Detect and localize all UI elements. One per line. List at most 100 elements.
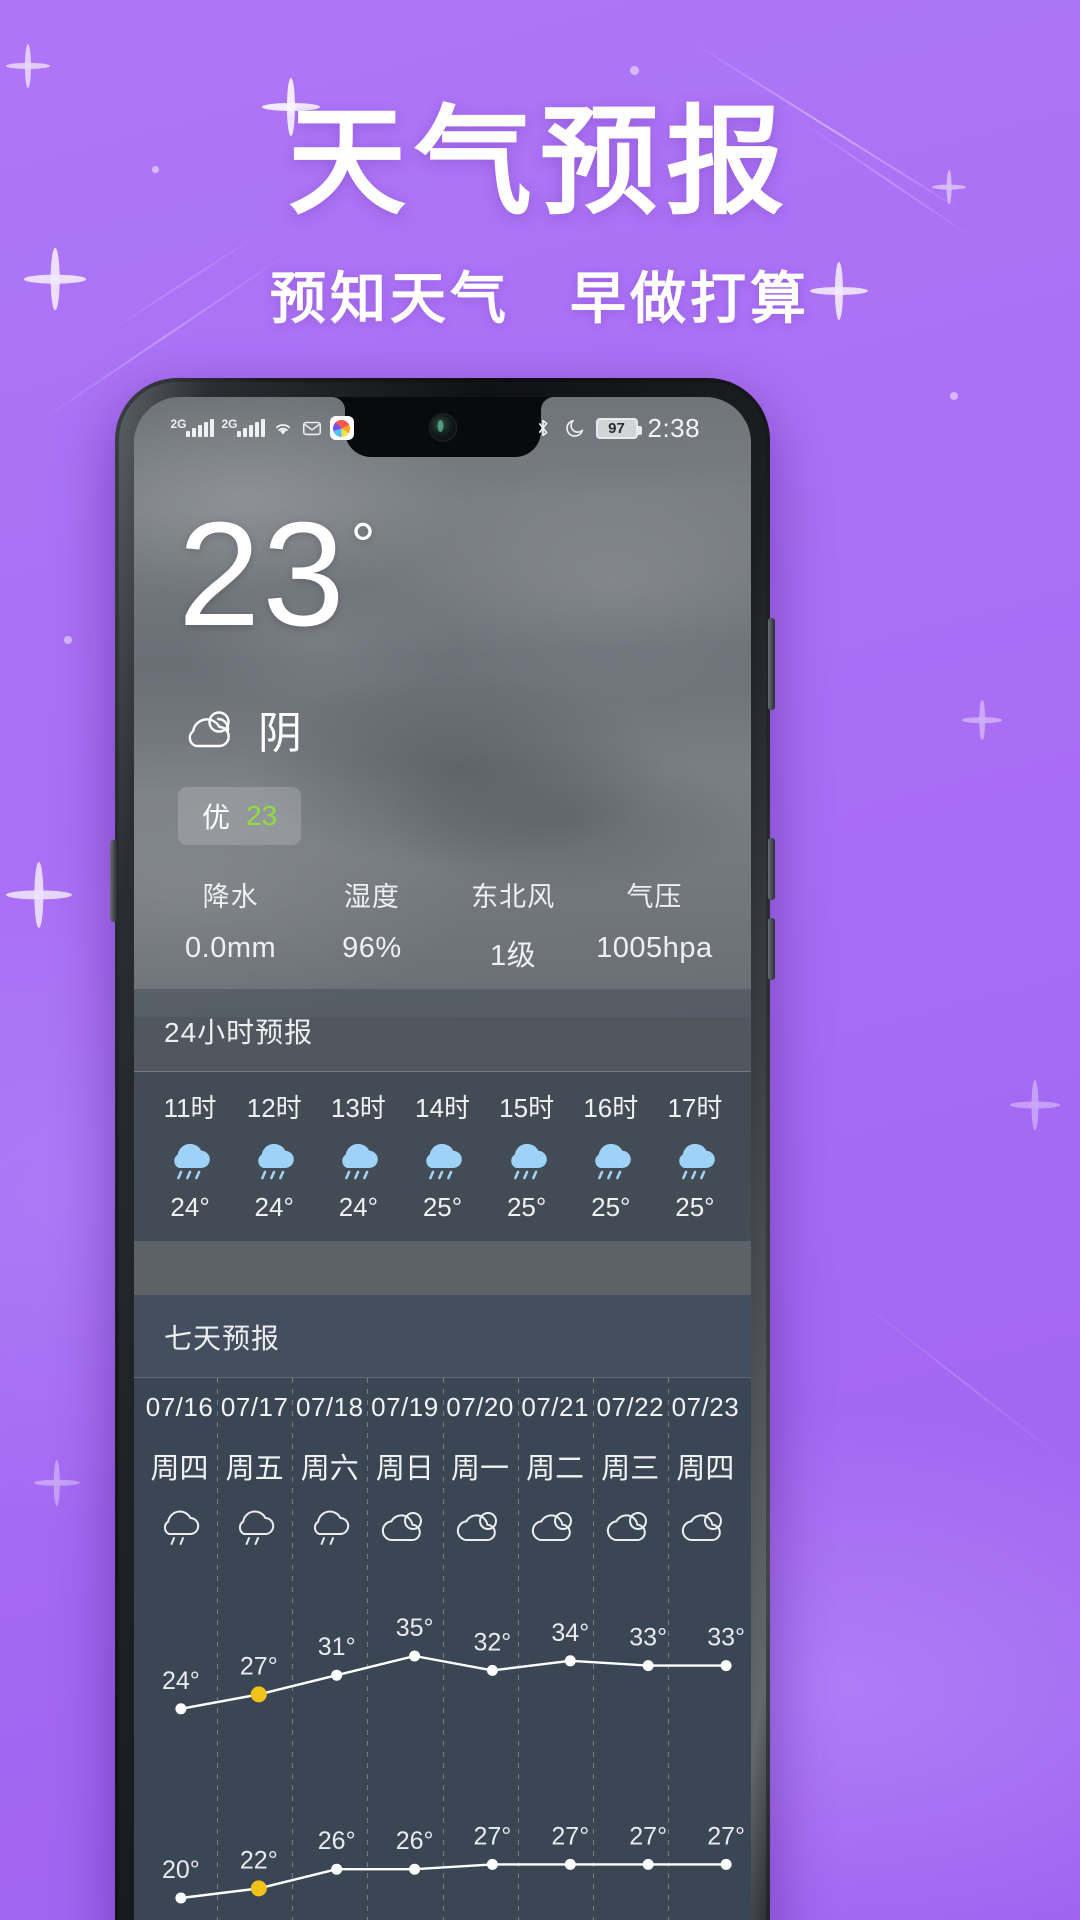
detail-humidity: 湿度 96% (301, 875, 442, 974)
current-condition-label: 阴 (258, 709, 304, 758)
clock-label: 2:38 (647, 412, 701, 443)
degree-symbol: ° (350, 511, 378, 580)
air-quality-badge[interactable]: 优 23 (178, 787, 302, 845)
rain-cloud-icon (258, 1143, 295, 1180)
weekly-weekday-label: 周二 (526, 1453, 585, 1485)
weekly-forecast-column[interactable]: 07/22 周三 (592, 1378, 668, 1920)
do-not-disturb-icon (565, 419, 583, 437)
rain-cloud-icon (416, 1138, 468, 1182)
page-title: 天气预报 (287, 97, 792, 229)
weekly-forecast-column[interactable]: 07/19 周日 (367, 1378, 442, 1920)
network-type-label: 2G (221, 417, 238, 431)
partly-cloudy-icon (380, 1507, 430, 1549)
decor-sparkle (6, 862, 72, 928)
weekly-weekday-label: 周日 (375, 1453, 434, 1485)
hourly-temp-label: 25° (675, 1192, 715, 1222)
hourly-time-label: 12时 (246, 1093, 302, 1123)
detail-label: 东北风 (471, 882, 556, 912)
hourly-forecast-item[interactable]: 15时 25° (485, 1088, 569, 1223)
weekly-forecast-column[interactable]: 07/23 周四 (667, 1378, 743, 1920)
weekly-weekday-label: 周五 (225, 1453, 284, 1485)
weekly-forecast-column[interactable]: 07/18 周六 (292, 1378, 367, 1920)
rain-cloud-icon (585, 1138, 637, 1182)
weekly-date-label: 07/17 (220, 1392, 289, 1422)
weekly-date-label: 07/23 (671, 1392, 740, 1422)
rain-icon (238, 1510, 274, 1545)
phone-screen: 2G 2G 97 2:38 23° 阴 优 23 降水 0.0mm 湿度 96%… (134, 397, 751, 1920)
weekly-forecast-grid[interactable]: 07/16 周四 07/17 周五 07/18 周六 07/19 周日 07/2… (134, 1378, 751, 1920)
weather-details-row: 降水 0.0mm 湿度 96% 东北风 1级 气压 1005hpa (134, 875, 751, 974)
hourly-forecast-item[interactable]: 14时 25° (400, 1088, 484, 1223)
status-bar: 2G 2G 97 2:38 (134, 397, 751, 459)
decor-dot (64, 636, 72, 644)
weekly-forecast-column[interactable]: 07/17 周五 (217, 1378, 292, 1920)
rain-icon (230, 1507, 280, 1549)
signal-icon: 2G (171, 417, 214, 437)
current-temperature-value: 23 (178, 492, 347, 657)
rain-cloud-icon (164, 1138, 216, 1182)
hourly-temp-label: 24° (338, 1192, 379, 1222)
phone-mockup: 2G 2G 97 2:38 23° 阴 优 23 降水 0.0mm 湿度 96%… (110, 378, 775, 1920)
partly-cloudy-icon (682, 1512, 723, 1542)
message-icon (302, 421, 321, 436)
battery-percent-label: 97 (608, 419, 625, 437)
hourly-temp-label: 24° (254, 1192, 294, 1222)
app-icon (329, 416, 354, 440)
detail-value: 1005hpa (596, 932, 713, 964)
weekly-date-label: 07/18 (296, 1392, 364, 1422)
weekly-date-label: 07/20 (446, 1392, 514, 1422)
partly-cloudy-icon (530, 1507, 580, 1549)
hourly-forecast-item[interactable]: 12时 24° (232, 1088, 316, 1223)
partly-cloudy-icon (381, 1512, 422, 1542)
rain-icon (155, 1507, 205, 1549)
detail-value: 96% (342, 932, 402, 964)
cloudy-icon (188, 711, 230, 748)
power-button[interactable] (768, 838, 775, 900)
decor-sparkle (34, 1460, 80, 1506)
detail-value: 1级 (490, 940, 537, 972)
partly-cloudy-icon (456, 1512, 498, 1542)
partly-cloudy-icon (605, 1507, 655, 1549)
rain-cloud-icon (248, 1138, 300, 1182)
rain-icon (305, 1507, 355, 1549)
hourly-forecast-title: 24小时预报 (164, 1017, 314, 1048)
decor-streak (859, 1300, 1066, 1462)
rain-cloud-icon (332, 1138, 384, 1182)
weekly-date-label: 07/19 (371, 1392, 439, 1422)
current-weather-block: 23° 阴 优 23 (134, 459, 751, 845)
hourly-forecast-item[interactable]: 13时 24° (316, 1088, 400, 1223)
hourly-forecast-item[interactable]: 11时 24° (148, 1088, 232, 1223)
rain-icon (313, 1510, 349, 1545)
hourly-time-label: 15时 (499, 1093, 555, 1123)
volume-button[interactable] (768, 618, 775, 710)
hourly-forecast-list[interactable]: 11时 24° 12时 24° 13时 24° 14时 25° 15时 25° 16时 2… (134, 1072, 751, 1241)
partly-cloudy-icon (455, 1507, 505, 1549)
rain-cloud-icon (426, 1143, 463, 1180)
weekly-forecast-column[interactable]: 07/16 周四 (142, 1392, 217, 1920)
bluetooth-icon (538, 419, 547, 437)
weekly-forecast-column[interactable]: 07/20 周一 (442, 1378, 518, 1920)
hourly-temp-label: 25° (591, 1192, 631, 1222)
partly-cloudy-icon (532, 1512, 573, 1542)
hourly-time-label: 16时 (583, 1093, 639, 1123)
weekly-forecast-header: 七天预报 (134, 1295, 751, 1377)
page-subtitle: 预知天气 早做打算 (270, 266, 810, 330)
sim-tray[interactable] (110, 840, 117, 922)
hourly-forecast-item[interactable]: 17时 25° (653, 1088, 737, 1223)
hourly-forecast-item[interactable]: 16时 25° (569, 1088, 653, 1223)
detail-wind: 东北风 1级 (443, 875, 584, 974)
weekly-weekday-label: 周一 (451, 1453, 510, 1485)
power-button[interactable] (768, 918, 775, 980)
rain-cloud-icon (174, 1143, 210, 1180)
rain-cloud-icon (342, 1143, 379, 1180)
rain-cloud-icon (679, 1143, 715, 1180)
rain-cloud-icon (595, 1143, 631, 1180)
weekly-forecast-column[interactable]: 07/21 周二 (517, 1378, 593, 1920)
weekly-weekday-label: 周四 (150, 1453, 209, 1485)
aqi-level-label: 优 (202, 802, 231, 833)
aqi-value-label: 23 (246, 800, 278, 831)
weekly-weekday-label: 周四 (676, 1453, 735, 1485)
detail-pressure: 气压 1005hpa (584, 875, 725, 974)
detail-label: 气压 (626, 882, 683, 912)
decor-sparkle (962, 700, 1002, 740)
